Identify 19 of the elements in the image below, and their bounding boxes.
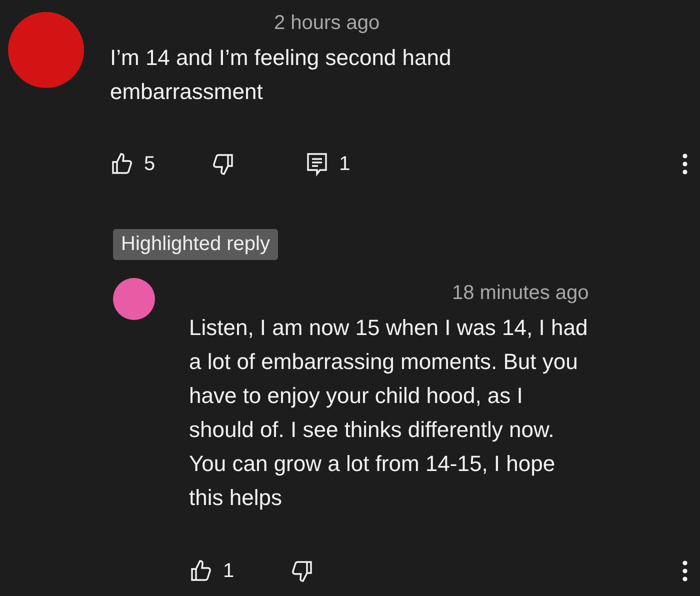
more-icon bbox=[682, 560, 688, 582]
thumbs-up-icon bbox=[189, 559, 213, 583]
thumbs-up-icon bbox=[110, 152, 134, 176]
comment-text: Listen, I am now 15 when I was 14, I had a lot of embarrassing moments. But you have to enjoy your child hood, as I should of. I see thinks differently now. You can grow a lot from 14-15, I hope this helps bbox=[189, 314, 588, 512]
thumbs-down-icon bbox=[290, 559, 314, 583]
more-button[interactable] bbox=[682, 153, 688, 175]
thumbs-down-icon bbox=[211, 152, 236, 176]
dislike-button[interactable] bbox=[290, 559, 314, 583]
comment-time: 2 hours ago bbox=[274, 12, 380, 35]
more-icon bbox=[682, 153, 688, 175]
like-button[interactable]: 1 bbox=[189, 559, 234, 583]
reply-button[interactable]: 1 bbox=[305, 151, 350, 177]
dislike-button[interactable] bbox=[211, 152, 236, 176]
like-button[interactable]: 5 bbox=[110, 152, 156, 176]
comment-text: I’m 14 and I’m feeling second hand embarrassment bbox=[110, 44, 452, 106]
more-button[interactable] bbox=[682, 560, 688, 582]
reply-icon bbox=[305, 151, 330, 177]
comment-time: 18 minutes ago bbox=[452, 282, 589, 305]
highlighted-reply-badge: Highlighted reply bbox=[113, 229, 278, 260]
